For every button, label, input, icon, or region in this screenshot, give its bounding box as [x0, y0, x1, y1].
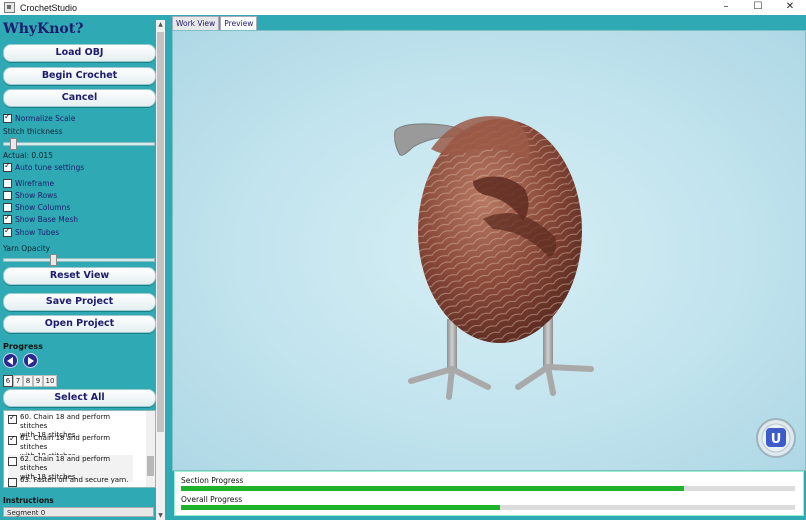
- yarn-opacity-slider[interactable]: [3, 254, 155, 266]
- close-button[interactable]: ✕: [774, 0, 806, 15]
- title-bar: CrochetStudio – ☐ ✕: [0, 0, 806, 15]
- stitch-thickness-slider[interactable]: [3, 138, 155, 150]
- step-text: 63. Fasten off and secure yarn.: [20, 476, 129, 484]
- checkbox-box[interactable]: [3, 191, 12, 200]
- checkbox-box[interactable]: [3, 226, 12, 237]
- show-columns-label: Show Columns: [15, 203, 71, 212]
- actual-thickness-readout: Actual: 0.015: [3, 151, 53, 160]
- window-title: CrochetStudio: [20, 2, 78, 13]
- overall-progress-fill: [181, 505, 501, 510]
- yarn-opacity-label: Yarn Opacity: [3, 244, 51, 253]
- checkbox-box[interactable]: [3, 213, 12, 224]
- scrollbar-thumb[interactable]: [157, 32, 164, 432]
- window-controls: – ☐ ✕: [710, 0, 806, 15]
- logo-badge-icon[interactable]: U: [756, 418, 796, 458]
- save-project-button[interactable]: Save Project: [3, 293, 156, 311]
- checkbox-box[interactable]: [8, 478, 17, 487]
- tab-preview[interactable]: Preview: [220, 16, 258, 30]
- page-10[interactable]: 10: [43, 375, 57, 387]
- page-7[interactable]: 7: [13, 375, 23, 387]
- section-progress-fill: [181, 486, 685, 491]
- checkbox-box[interactable]: [8, 457, 17, 466]
- step-list: 60. Chain 18 and perform stitcheswith 18…: [3, 410, 156, 488]
- maximize-button[interactable]: ☐: [742, 0, 774, 15]
- checkbox-box[interactable]: [8, 413, 17, 424]
- section-progress-label: Section Progress: [181, 476, 244, 485]
- slider-thumb[interactable]: [50, 254, 57, 266]
- slider-thumb[interactable]: [10, 138, 17, 150]
- begin-crochet-button[interactable]: Begin Crochet: [3, 67, 156, 85]
- normalize-scale-checkbox[interactable]: Normalize Scale: [3, 112, 76, 123]
- scroll-up-icon[interactable]: ▲: [156, 20, 165, 29]
- tab-work-view[interactable]: Work View: [172, 16, 220, 30]
- sidebar: WhyKnot? Load OBJ Begin Crochet Cancel N…: [0, 15, 166, 520]
- show-base-mesh-checkbox[interactable]: Show Base Mesh: [3, 213, 79, 224]
- load-obj-button[interactable]: Load OBJ: [3, 44, 156, 62]
- scrollbar-thumb[interactable]: [147, 456, 154, 476]
- normalize-scale-label: Normalize Scale: [15, 114, 76, 123]
- section-progress-bar: [181, 486, 795, 491]
- checkbox-box[interactable]: [3, 161, 12, 172]
- brand-logo-text: WhyKnot?: [3, 21, 84, 37]
- progress-panel: Section Progress Overall Progress: [174, 471, 804, 516]
- page-6[interactable]: 6: [3, 375, 13, 387]
- cancel-button[interactable]: Cancel: [3, 89, 156, 107]
- auto-tune-checkbox[interactable]: Auto tune settings: [3, 161, 85, 172]
- minimize-button[interactable]: –: [710, 0, 742, 15]
- checkbox-box[interactable]: [3, 203, 12, 212]
- progress-heading: Progress: [3, 342, 43, 351]
- page-9[interactable]: 9: [33, 375, 43, 387]
- show-rows-label: Show Rows: [15, 191, 58, 200]
- checkbox-box[interactable]: [8, 434, 17, 445]
- next-arrow-icon[interactable]: [23, 353, 38, 368]
- show-columns-checkbox[interactable]: Show Columns: [3, 203, 70, 212]
- instructions-heading: Instructions: [3, 496, 54, 505]
- step-line-1: 60. Chain 18 and perform stitches: [20, 413, 111, 430]
- segment-field[interactable]: Segment 0: [3, 507, 154, 517]
- page-selector: 6 7 8 9 10: [3, 375, 57, 387]
- show-tubes-checkbox[interactable]: Show Tubes: [3, 226, 60, 237]
- page-8[interactable]: 8: [23, 375, 33, 387]
- svg-text:U: U: [771, 432, 782, 447]
- auto-tune-label: Auto tune settings: [15, 163, 85, 172]
- show-tubes-label: Show Tubes: [15, 228, 60, 237]
- main-area: Work View Preview U Section Progress Ove…: [166, 15, 806, 520]
- list-item[interactable]: 63. Fasten off and secure yarn.: [8, 476, 133, 487]
- reset-view-button[interactable]: Reset View: [3, 267, 156, 285]
- open-project-button[interactable]: Open Project: [3, 315, 156, 333]
- stitch-thickness-label: Stitch thickness: [3, 127, 63, 136]
- show-rows-checkbox[interactable]: Show Rows: [3, 191, 57, 200]
- wireframe-label: Wireframe: [15, 179, 55, 188]
- wireframe-checkbox[interactable]: Wireframe: [3, 179, 54, 188]
- view-tabs: Work View Preview: [172, 16, 258, 30]
- select-all-button[interactable]: Select All: [3, 389, 156, 407]
- 3d-preview-viewport[interactable]: U: [172, 30, 806, 471]
- sidebar-scrollbar[interactable]: ▲ ▼: [156, 20, 165, 520]
- step-line-1: 62. Chain 18 and perform stitches: [20, 455, 111, 472]
- checkbox-box[interactable]: [3, 179, 12, 188]
- show-base-mesh-label: Show Base Mesh: [15, 215, 79, 224]
- crochet-model-render: U: [394, 116, 796, 458]
- checkbox-box[interactable]: [3, 112, 12, 123]
- step-list-scrollbar[interactable]: [146, 411, 155, 487]
- app-icon: [4, 2, 15, 13]
- step-line-1: 61. Chain 18 and perform stitches: [20, 434, 111, 451]
- overall-progress-label: Overall Progress: [181, 495, 243, 504]
- previous-arrow-icon[interactable]: [3, 353, 18, 368]
- scroll-down-icon[interactable]: ▼: [156, 511, 165, 520]
- overall-progress-bar: [181, 505, 795, 510]
